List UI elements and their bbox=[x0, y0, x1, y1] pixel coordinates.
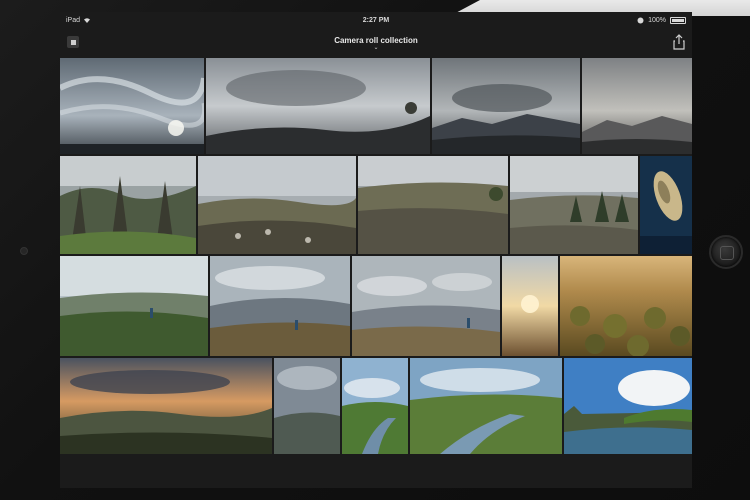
wifi-icon bbox=[84, 18, 91, 23]
lock-rotation-icon bbox=[637, 17, 644, 23]
photo-tile-plain-with-trees[interactable] bbox=[510, 156, 638, 254]
status-bar: iPad 2:27 PM 100% bbox=[60, 12, 692, 28]
photo-tile-golden-shrubland[interactable] bbox=[560, 256, 692, 356]
photo-tile-dramatic-sunset-hills[interactable] bbox=[60, 358, 272, 454]
share-icon[interactable] bbox=[672, 34, 686, 50]
battery-percent: 100% bbox=[648, 16, 667, 24]
photo-tile-rocky-plain[interactable] bbox=[358, 156, 508, 254]
photo-tile-cloudy-valley[interactable] bbox=[274, 358, 340, 454]
photo-tile-hazy-mountains[interactable] bbox=[582, 58, 692, 154]
grid-icon bbox=[70, 39, 76, 45]
page-title: Camera roll collection bbox=[334, 35, 418, 45]
photo-tile-river-valley-2[interactable] bbox=[410, 358, 562, 454]
photo-tile-hiker-valley-clouds[interactable] bbox=[210, 256, 350, 356]
bottom-bar bbox=[60, 455, 692, 488]
menu-button[interactable] bbox=[67, 36, 79, 48]
battery-level bbox=[672, 18, 685, 22]
battery-icon bbox=[670, 16, 687, 24]
photo-tile-river-blue-sky[interactable] bbox=[564, 358, 692, 454]
photo-tile-sunset-glow[interactable] bbox=[502, 256, 558, 356]
chevron-down-icon: ⌄ bbox=[373, 44, 379, 51]
photo-tile-stormy-sky-hills[interactable] bbox=[206, 58, 430, 154]
nav-bar: Camera roll collection ⌄ bbox=[60, 28, 692, 58]
photo-tile-mountain-range-clouds[interactable] bbox=[432, 58, 580, 154]
photo-tile-hiker-valley-haze[interactable] bbox=[352, 256, 500, 356]
screen: iPad 2:27 PM 100% Camera roll collection… bbox=[60, 12, 692, 488]
photo-tile-fish-underwater[interactable] bbox=[640, 156, 692, 254]
ipad-frame: iPad 2:27 PM 100% Camera roll collection… bbox=[0, 0, 750, 500]
device-label: iPad bbox=[66, 16, 81, 24]
photo-tile-forest-trees[interactable] bbox=[60, 156, 196, 254]
photo-tile-hiker-green-hills[interactable] bbox=[60, 256, 208, 356]
home-button[interactable] bbox=[709, 235, 743, 269]
status-time: 2:27 PM bbox=[362, 16, 390, 24]
photo-tile-river-valley-1[interactable] bbox=[342, 358, 408, 454]
photo-grid bbox=[60, 58, 692, 454]
front-camera bbox=[20, 247, 28, 255]
photo-tile-rocky-hillside[interactable] bbox=[198, 156, 356, 254]
collection-picker[interactable]: Camera roll collection ⌄ bbox=[334, 36, 418, 51]
photo-tile-cloudy-sky-sun[interactable] bbox=[60, 58, 204, 154]
